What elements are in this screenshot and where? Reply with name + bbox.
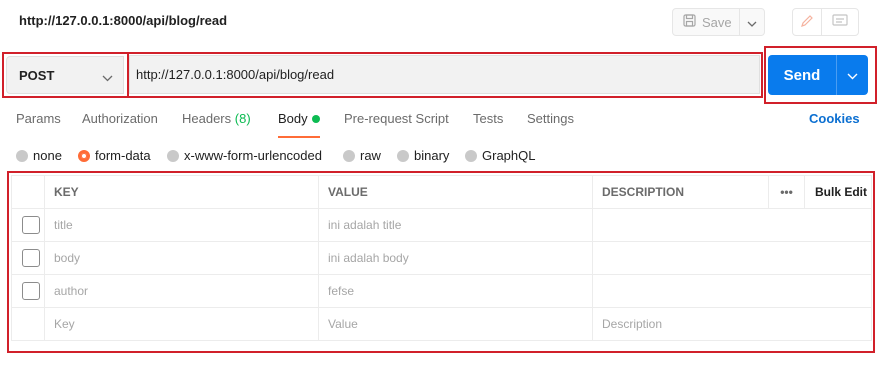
tab-tests[interactable]: Tests xyxy=(473,111,503,126)
row-checkbox[interactable] xyxy=(22,249,40,267)
description-cell[interactable] xyxy=(592,241,872,275)
comments-button[interactable] xyxy=(821,8,859,36)
key-placeholder-input[interactable]: Key xyxy=(44,307,319,341)
value-placeholder-input[interactable]: Value xyxy=(318,307,593,341)
tab-params[interactable]: Params xyxy=(16,111,61,126)
save-label: Save xyxy=(702,14,732,30)
save-options-button[interactable] xyxy=(739,8,765,36)
row-checkbox[interactable] xyxy=(22,282,40,300)
value-cell[interactable]: ini adalah title xyxy=(318,208,593,242)
pencil-icon xyxy=(800,14,814,31)
table-row: author fefse xyxy=(11,274,872,308)
body-type-label: binary xyxy=(414,148,450,163)
body-type-binary[interactable]: binary xyxy=(397,148,449,163)
body-status-dot xyxy=(312,115,320,123)
radio-icon xyxy=(343,149,355,162)
method-label: POST xyxy=(19,67,55,83)
table-header-row: KEY VALUE DESCRIPTION ••• Bulk Edit xyxy=(11,175,872,209)
body-type-label: form-data xyxy=(95,148,151,163)
save-button[interactable]: Save xyxy=(672,8,740,36)
table-row: body ini adalah body xyxy=(11,241,872,275)
send-button[interactable]: Send xyxy=(768,55,836,95)
tab-headers-label: Headers xyxy=(182,111,232,126)
new-row: Key Value Description xyxy=(11,307,872,341)
body-type-none[interactable]: none xyxy=(16,148,62,163)
body-type-graphql[interactable]: GraphQL xyxy=(465,148,535,163)
description-cell[interactable] xyxy=(592,208,872,242)
url-value: http://127.0.0.1:8000/api/blog/read xyxy=(136,67,335,82)
comment-icon xyxy=(832,13,848,31)
body-type-label: x-www-form-urlencoded xyxy=(184,148,322,163)
value-cell[interactable]: fefse xyxy=(318,274,593,308)
description-cell[interactable] xyxy=(592,274,872,308)
description-column-header: DESCRIPTION xyxy=(592,175,769,209)
edit-button[interactable] xyxy=(792,8,822,36)
value-column-header: VALUE xyxy=(318,175,593,209)
cookies-link[interactable]: Cookies xyxy=(809,111,860,126)
form-data-table: KEY VALUE DESCRIPTION ••• Bulk Edit titl… xyxy=(11,175,872,341)
chevron-down-icon xyxy=(102,70,113,85)
bulk-edit-button[interactable]: Bulk Edit xyxy=(804,175,872,209)
value-cell[interactable]: ini adalah body xyxy=(318,241,593,275)
checkbox-column-header xyxy=(11,175,45,209)
headers-count-badge: (8) xyxy=(234,111,251,126)
tab-prerequest-script[interactable]: Pre-request Script xyxy=(344,111,449,126)
save-icon xyxy=(683,14,696,30)
active-tab-indicator xyxy=(278,136,320,138)
body-type-label: raw xyxy=(360,148,381,163)
radio-icon xyxy=(397,149,409,162)
request-title: http://127.0.0.1:8000/api/blog/read xyxy=(19,13,228,28)
body-type-form-data[interactable]: form-data xyxy=(78,148,151,163)
send-options-button[interactable] xyxy=(836,55,868,95)
body-type-label: none xyxy=(33,148,62,163)
more-options-button[interactable]: ••• xyxy=(768,175,805,209)
radio-icon xyxy=(167,149,179,162)
body-type-label: GraphQL xyxy=(482,148,536,163)
url-input[interactable]: http://127.0.0.1:8000/api/blog/read xyxy=(129,55,760,94)
radio-icon xyxy=(465,149,477,162)
key-cell[interactable]: title xyxy=(44,208,319,242)
tab-settings[interactable]: Settings xyxy=(527,111,574,126)
table-row: title ini adalah title xyxy=(11,208,872,242)
description-placeholder-input[interactable]: Description xyxy=(592,307,872,341)
body-type-urlencoded[interactable]: x-www-form-urlencoded xyxy=(167,148,322,163)
tab-headers[interactable]: Headers (8) xyxy=(182,111,251,126)
tab-authorization[interactable]: Authorization xyxy=(82,111,158,126)
key-cell[interactable]: author xyxy=(44,274,319,308)
row-checkbox[interactable] xyxy=(22,216,40,234)
chevron-down-icon xyxy=(847,68,858,83)
key-column-header: KEY xyxy=(44,175,319,209)
tab-body[interactable]: Body xyxy=(278,111,308,126)
chevron-down-icon xyxy=(747,15,757,30)
radio-icon xyxy=(16,149,28,162)
key-cell[interactable]: body xyxy=(44,241,319,275)
radio-selected-icon xyxy=(78,149,90,162)
body-type-raw[interactable]: raw xyxy=(343,148,381,163)
